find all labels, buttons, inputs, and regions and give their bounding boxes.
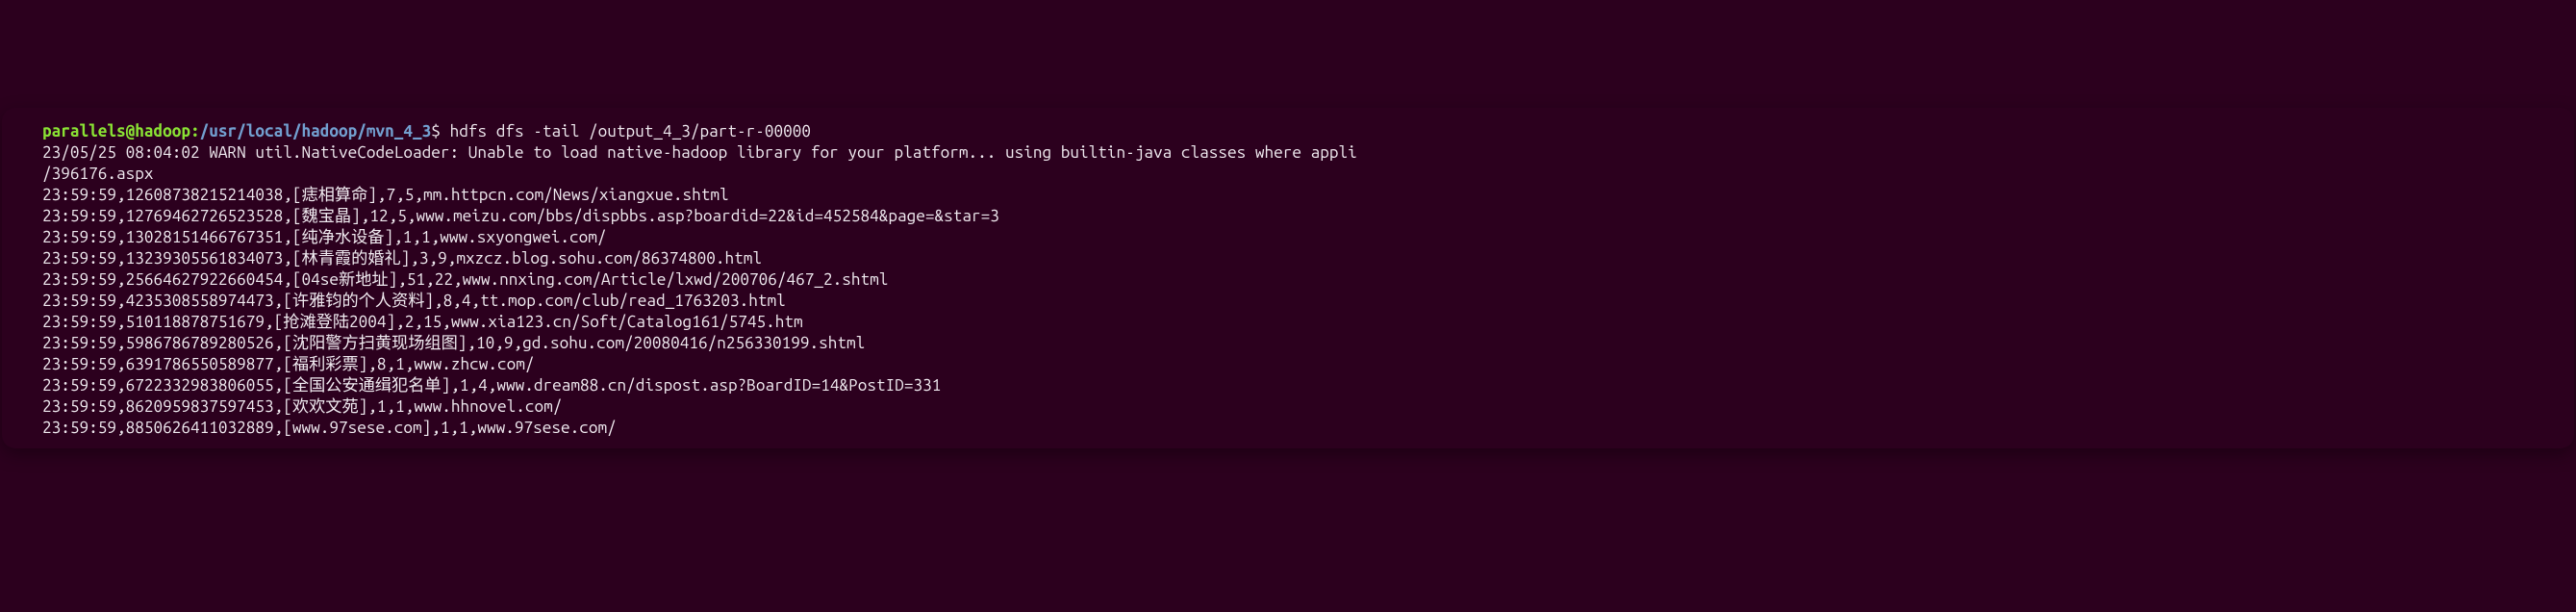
warn-line-2: /396176.aspx [42, 164, 2536, 185]
output-row: 23:59:59,12608738215214038,[痣相算命],7,5,mm… [42, 185, 2536, 206]
output-row: 23:59:59,8850626411032889,[www.97sese.co… [42, 418, 2536, 439]
output-row: 23:59:59,5986786789280526,[沈阳警方扫黄现场组图],1… [42, 333, 2536, 354]
prompt-user-host: parallels@hadoop [42, 122, 190, 140]
warn-line-1: 23/05/25 08:04:02 WARN util.NativeCodeLo… [42, 142, 2536, 164]
output-row: 23:59:59,13239305561834073,[林青霞的婚礼],3,9,… [42, 248, 2536, 269]
output-row: 23:59:59,12769462726523528,[魏宝晶],12,5,ww… [42, 206, 2536, 227]
prompt-dollar: $ [431, 122, 449, 140]
output-row: 23:59:59,4235308558974473,[许雅钧的个人资料],8,4… [42, 291, 2536, 312]
command-text: hdfs dfs -tail /output_4_3/part-r-00000 [450, 122, 811, 140]
prompt-line: parallels@hadoop:/usr/local/hadoop/mvn_4… [42, 121, 2536, 142]
output-row: 23:59:59,6391786550589877,[福利彩票],8,1,www… [42, 354, 2536, 375]
output-row: 23:59:59,13028151466767351,[纯净水设备],1,1,w… [42, 227, 2536, 248]
output-row: 23:59:59,510118878751679,[抢滩登陆2004],2,15… [42, 312, 2536, 333]
output-row: 23:59:59,6722332983806055,[全国公安通缉犯名单],1,… [42, 375, 2536, 396]
terminal-window[interactable]: parallels@hadoop:/usr/local/hadoop/mvn_4… [2, 108, 2574, 448]
prompt-cwd: /usr/local/hadoop/mvn_4_3 [200, 122, 432, 140]
output-row: 23:59:59,8620959837597453,[欢欢文苑],1,1,www… [42, 396, 2536, 418]
output-row: 23:59:59,25664627922660454,[04se新地址],51,… [42, 269, 2536, 291]
prompt-colon: : [190, 122, 200, 140]
